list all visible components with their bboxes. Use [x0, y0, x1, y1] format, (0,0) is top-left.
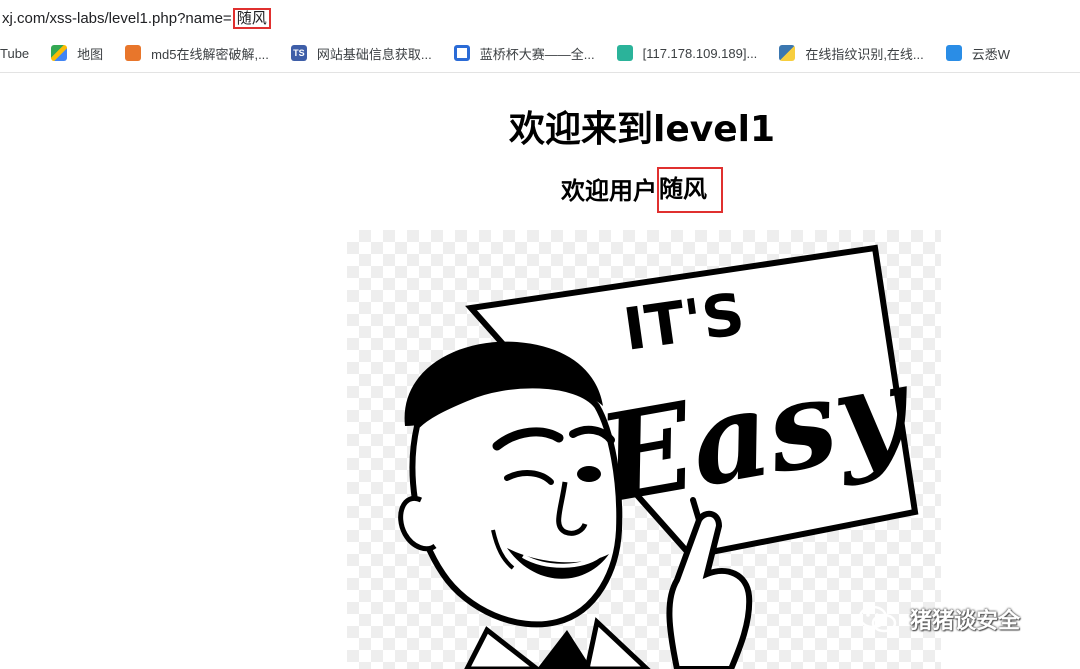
level-image: IT'S Easy: [347, 230, 941, 669]
gear-icon: [616, 45, 633, 61]
url-text[interactable]: xj.com/xss-labs/level1.php?name= 随风: [2, 7, 271, 29]
bookmark-label: 在线指纹识别,在线...: [805, 46, 924, 62]
python-icon: [779, 45, 796, 61]
bookmark-md5[interactable]: md5在线解密破解,...: [125, 44, 269, 63]
bookmark-fingerprint[interactable]: 在线指纹识别,在线...: [779, 44, 924, 63]
maps-icon: [51, 45, 68, 61]
welcome-heading: 欢迎用户随风: [0, 167, 1080, 213]
username-highlight: 随风: [657, 167, 723, 213]
watermark-text: 猪猪谈安全: [910, 609, 1021, 634]
bookmark-label: 云悉W: [971, 46, 1011, 62]
lanqiao-icon: [453, 45, 470, 61]
address-bar[interactable]: xj.com/xss-labs/level1.php?name= 随风: [0, 0, 1080, 34]
url-prefix: xj.com/xss-labs/level1.php?name=: [2, 10, 232, 27]
wechat-icon: [858, 605, 897, 633]
wechat-watermark: 猪猪谈安全: [858, 603, 1020, 635]
bookmarks-bar: Tube 地图 md5在线解密破解,... TS 网站基础信息获取... 蓝桥杯…: [0, 34, 1080, 73]
url-param-highlight: 随风: [232, 8, 271, 29]
bookmark-site-info[interactable]: TS 网站基础信息获取...: [290, 44, 432, 63]
bookmark-label: md5在线解密破解,...: [151, 46, 269, 62]
bookmark-label: 网站基础信息获取...: [316, 46, 432, 62]
bookmark-label: 蓝桥杯大赛——全...: [479, 46, 595, 62]
ts-icon: TS: [290, 45, 307, 61]
bookmark-label: 地图: [77, 46, 104, 62]
its-easy-illustration: IT'S Easy: [398, 244, 923, 669]
yunxi-icon: [945, 45, 962, 61]
bookmark-label: Tube: [0, 45, 30, 61]
bookmark-label: [117.178.109.189]...: [642, 45, 758, 61]
md5-icon: [125, 45, 142, 61]
welcome-prefix: 欢迎用户: [561, 177, 657, 205]
bookmark-maps[interactable]: 地图: [51, 44, 103, 63]
bookmark-youtube[interactable]: Tube: [0, 46, 29, 61]
bookmark-yunxi[interactable]: 云悉W: [945, 44, 1011, 63]
page-title: 欢迎来到level1: [508, 109, 776, 150]
bookmark-lanqiao[interactable]: 蓝桥杯大赛——全...: [453, 44, 595, 63]
bookmark-ip[interactable]: [117.178.109.189]...: [616, 45, 758, 61]
